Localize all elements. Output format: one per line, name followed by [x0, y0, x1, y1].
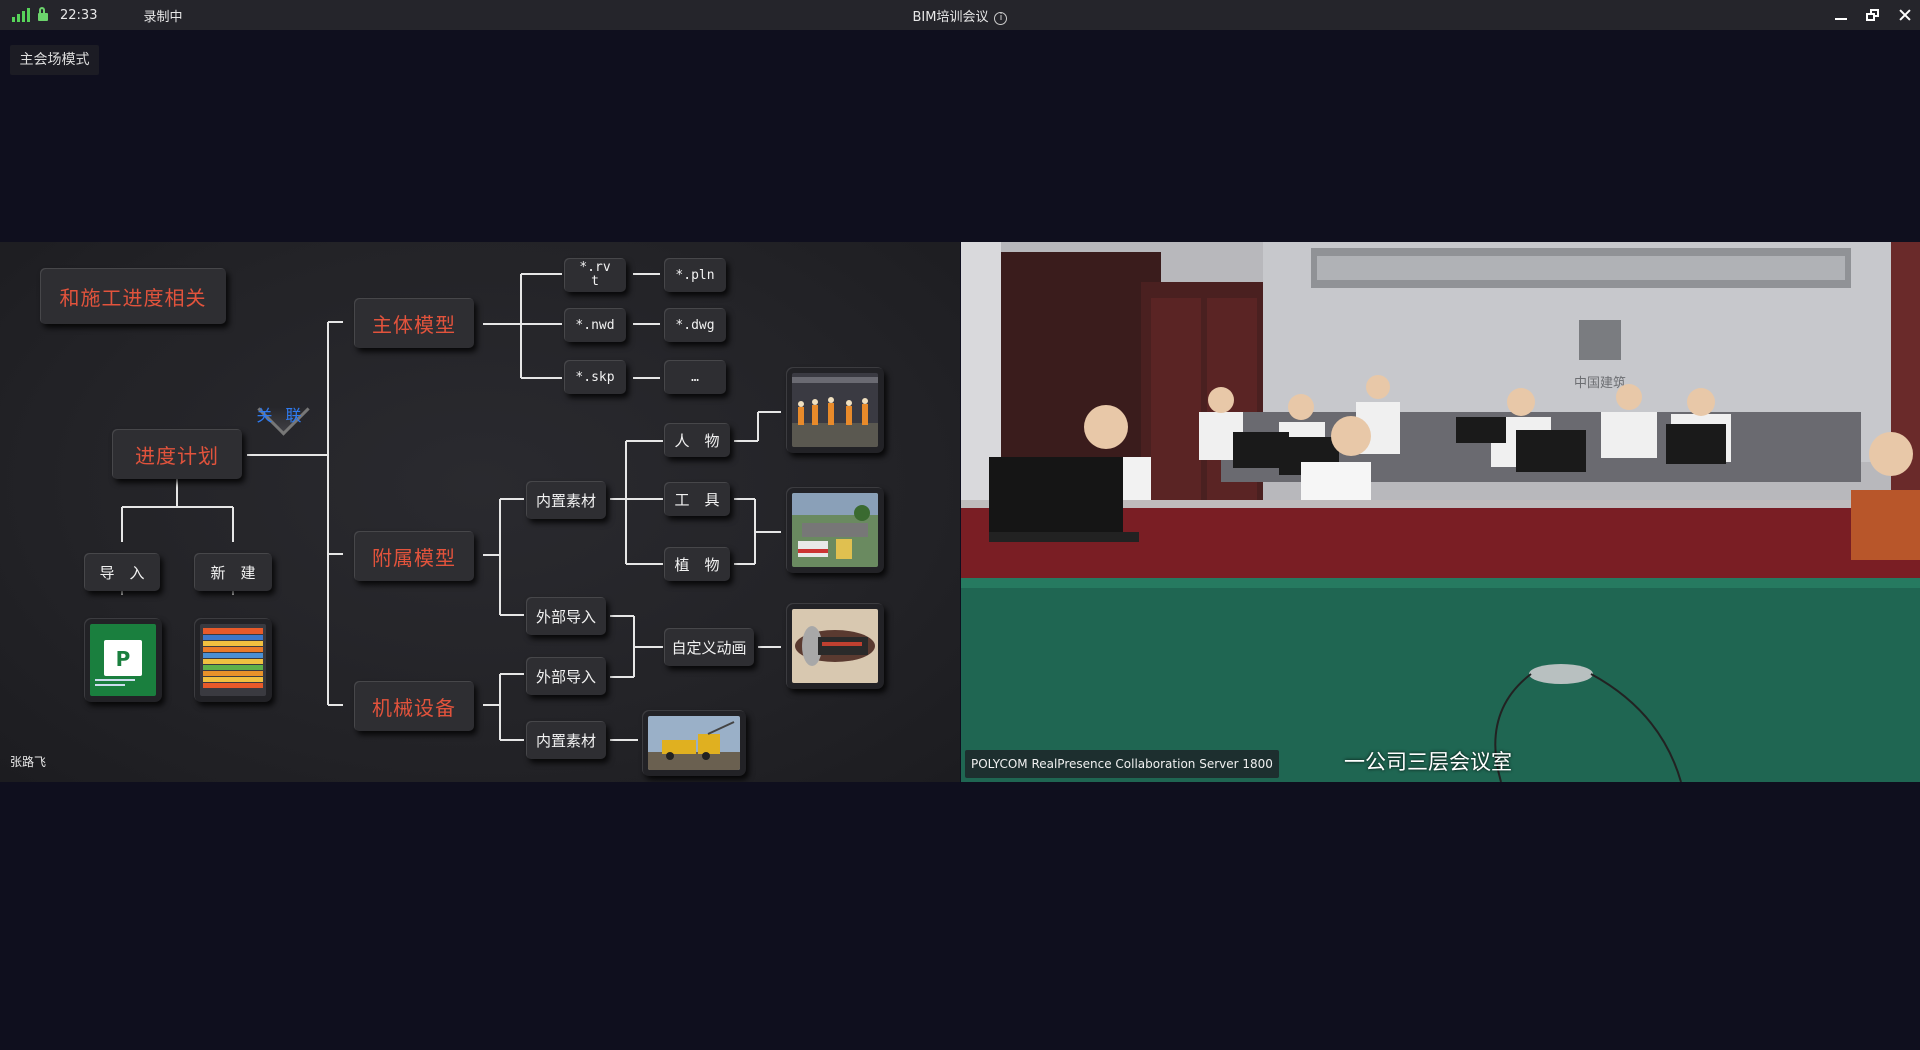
- crane-image: [648, 716, 740, 770]
- lock-icon: [38, 7, 48, 21]
- clock-time: 22:33: [60, 7, 98, 23]
- restore-icon[interactable]: [1866, 8, 1880, 22]
- site-scene-image: [792, 493, 878, 567]
- ms-project-icon: P: [90, 624, 156, 696]
- gantt-table-icon: [200, 624, 266, 696]
- main-model-node: 主体模型: [354, 298, 474, 348]
- presenter-name: 张路飞: [10, 755, 47, 769]
- shared-content-panel: 和施工进度相关 进度计划 关 联 导 入 新 建 P 主体模型 附属模型 机械设…: [0, 242, 960, 782]
- new-schedule-thumbnail: [194, 618, 272, 702]
- tools-node: 工 具: [664, 482, 730, 516]
- workers-image: [792, 373, 878, 447]
- minimize-icon[interactable]: [1834, 8, 1848, 22]
- relation-label: 关 联: [253, 395, 309, 433]
- plants-node: 植 物: [664, 547, 730, 581]
- people-thumbnail: [786, 367, 884, 453]
- format-pln: *.pln: [664, 258, 726, 292]
- format-nwd: *.nwd: [564, 308, 626, 342]
- signal-icon: [12, 8, 30, 22]
- attached-model-node: 附属模型: [354, 531, 474, 581]
- tools-plants-thumbnail: [786, 487, 884, 573]
- conference-room-video: 中国建筑: [961, 242, 1920, 782]
- title-bar: 22:33 录制中 BIM培训会议 i: [0, 0, 1920, 30]
- builtin-material-node: 内置素材: [526, 481, 606, 519]
- format-more: …: [664, 360, 726, 394]
- machinery-thumbnail: [642, 710, 746, 776]
- custom-animation-node: 自定义动画: [664, 628, 754, 666]
- format-skp: *.skp: [564, 360, 626, 394]
- svg-text:P: P: [116, 647, 131, 671]
- main-venue-mode-button[interactable]: 主会场模式: [10, 45, 99, 75]
- tbm-image: [792, 609, 878, 683]
- schedule-plan-node: 进度计划: [112, 429, 242, 479]
- custom-animation-thumbnail: [786, 603, 884, 689]
- format-dwg: *.dwg: [664, 308, 726, 342]
- external-import-node: 外部导入: [526, 597, 606, 635]
- meeting-title: BIM培训会议: [912, 9, 989, 25]
- external-import-node-2: 外部导入: [526, 657, 606, 695]
- format-rvt: *.rv t: [564, 258, 626, 292]
- people-node: 人 物: [664, 423, 730, 457]
- close-icon[interactable]: [1898, 8, 1912, 22]
- room-name-label: 一公司三层会议室: [1344, 750, 1512, 774]
- video-feed-panel[interactable]: 中国建筑 POLYCOM RealPresence Collaboration …: [961, 242, 1920, 782]
- wall-logo-text: 中国建筑: [1574, 375, 1626, 391]
- new-node: 新 建: [194, 553, 272, 591]
- server-label: POLYCOM RealPresence Collaboration Serve…: [965, 750, 1279, 778]
- builtin-material-node-2: 内置素材: [526, 721, 606, 759]
- topic-title-box: 和施工进度相关: [40, 268, 226, 324]
- ms-project-thumbnail: P: [84, 618, 162, 702]
- import-node: 导 入: [84, 553, 160, 591]
- info-icon[interactable]: i: [994, 11, 1008, 25]
- recording-status: 录制中: [143, 9, 183, 25]
- machinery-node: 机械设备: [354, 681, 474, 731]
